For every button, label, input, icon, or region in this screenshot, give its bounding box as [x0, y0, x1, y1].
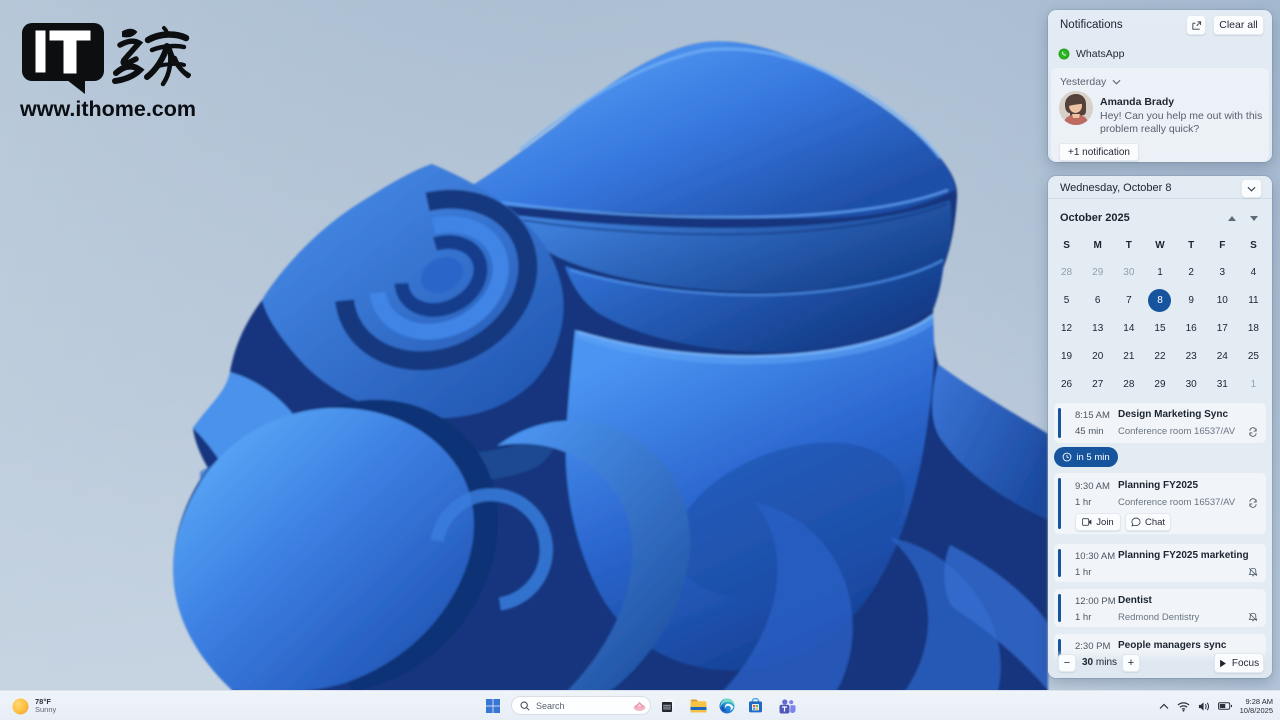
svg-text:www.ithome.com: www.ithome.com — [20, 97, 196, 121]
